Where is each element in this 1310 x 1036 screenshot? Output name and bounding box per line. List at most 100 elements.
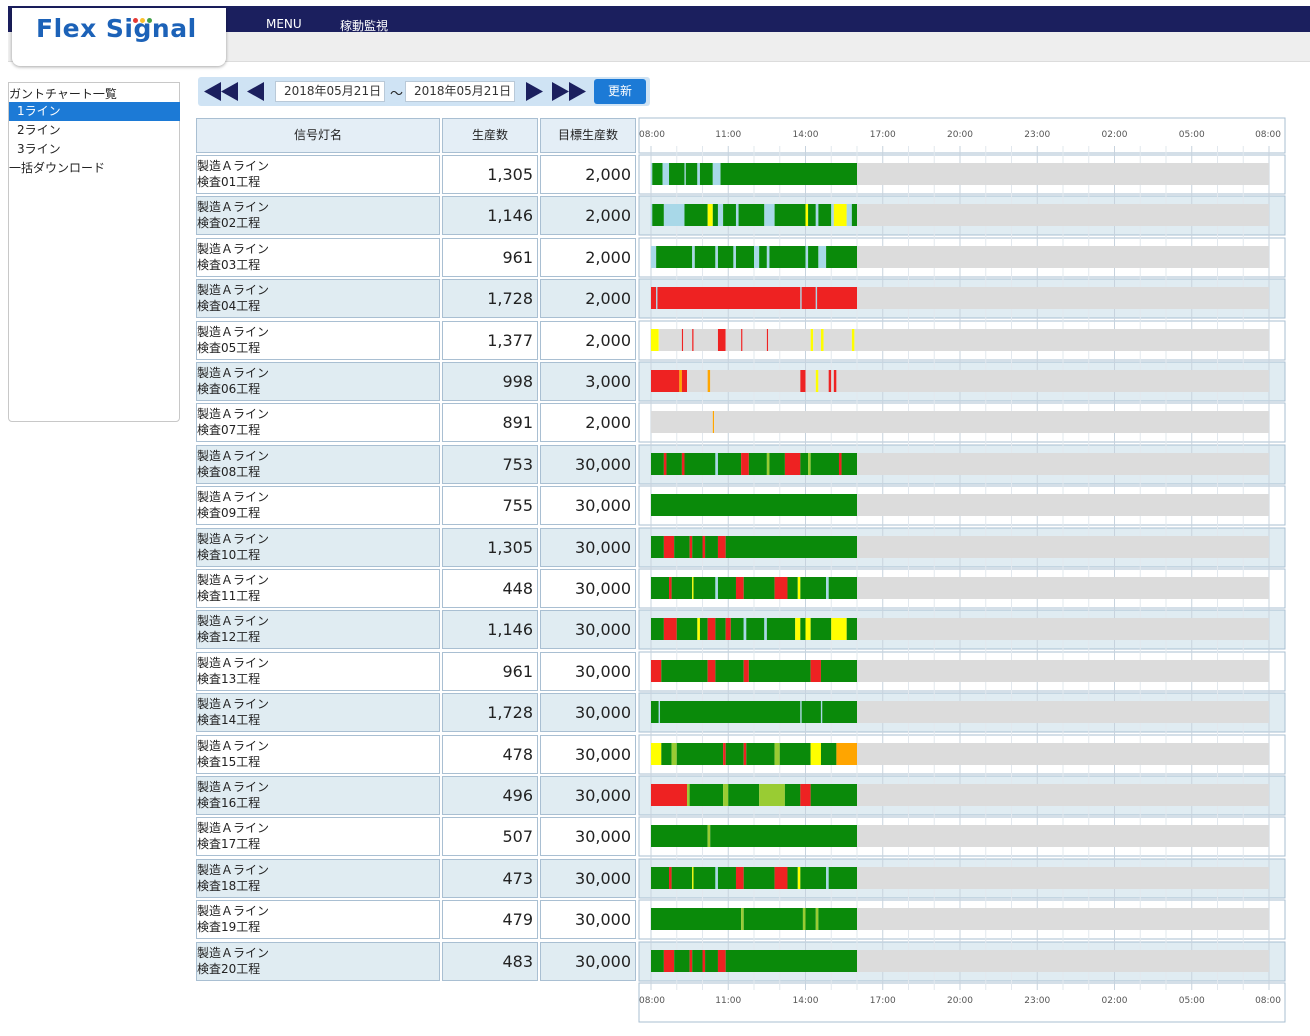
gantt-segment-green [661, 660, 708, 682]
time-tick-label-bottom: 11:00 [715, 996, 741, 1006]
gantt-segment-orange [707, 370, 711, 392]
time-tick-label-top: 08:00 [1255, 130, 1281, 140]
gantt-segment-red [663, 618, 677, 640]
gantt-segment-gray [687, 370, 708, 392]
gantt-segment-gray [831, 370, 834, 392]
logo[interactable]: Flex Signal [12, 8, 226, 66]
time-tick-label-top: 17:00 [870, 130, 896, 140]
gantt-segment-green [769, 453, 785, 475]
gantt-segment-yellow [797, 867, 801, 889]
gantt-idle-segment [857, 494, 1269, 516]
gantt-segment-red [669, 867, 672, 889]
gantt-segment-red [766, 329, 769, 351]
time-tick-label-bottom: 17:00 [870, 996, 896, 1006]
gantt-segment-lightgreen [774, 743, 780, 765]
gantt-segment-red [801, 287, 816, 309]
gantt-segment-green [846, 618, 857, 640]
gantt-segment-lightblue [662, 163, 670, 185]
gantt-segment-yellow [810, 743, 821, 765]
time-tick-label-bottom: 08:00 [639, 996, 665, 1006]
gantt-segment-lightblue [697, 163, 700, 185]
gantt-segment-yellow [651, 743, 662, 765]
gantt-segment-red [800, 370, 806, 392]
gantt-segment-orange [679, 370, 682, 392]
gantt-segment-green [712, 204, 718, 226]
gantt-segment-green [738, 204, 765, 226]
gantt-segment-green [801, 701, 821, 723]
gantt-segment-red [774, 577, 788, 599]
gantt-segment-green [651, 908, 742, 930]
time-tick-label-top: 20:00 [947, 130, 973, 140]
gantt-segment-green [693, 867, 716, 889]
gantt-segment-lightblue [800, 701, 802, 723]
time-tick-label-bottom: 20:00 [947, 996, 973, 1006]
gantt-idle-segment [857, 784, 1269, 806]
gantt-segment-red [689, 536, 693, 558]
gantt-segment-green [693, 577, 716, 599]
gantt-segment-red [717, 329, 726, 351]
time-tick-label-bottom: 05:00 [1179, 996, 1205, 1006]
gantt-segment-green [743, 577, 775, 599]
gantt-segment-red [723, 743, 726, 765]
gantt-segment-lightblue [656, 287, 658, 309]
gantt-segment-gray [818, 370, 829, 392]
gantt-segment-lightblue [766, 246, 770, 268]
gantt-segment-lightblue [800, 287, 802, 309]
gantt-segment-green [820, 660, 857, 682]
gantt-segment-red [681, 329, 684, 351]
gantt-segment-red [707, 660, 716, 682]
gantt-segment-red [651, 287, 657, 309]
gantt-segment-lightblue [846, 204, 852, 226]
gantt-segment-lightblue [735, 204, 739, 226]
gantt-segment-lightgreen [723, 784, 729, 806]
time-tick-label-bottom: 23:00 [1024, 996, 1050, 1006]
gantt-segment-red [702, 950, 706, 972]
gantt-segment-green [651, 867, 670, 889]
gantt-segment-lightgreen [802, 908, 806, 930]
gantt-segment-green [656, 246, 693, 268]
gantt-segment-green [661, 743, 672, 765]
gantt-segment-green [671, 867, 693, 889]
gantt-idle-segment [857, 701, 1269, 723]
gantt-segment-green [851, 204, 857, 226]
gantt-segment-green [699, 618, 708, 640]
gantt-segment-lightblue [717, 204, 724, 226]
gantt-segment-yellow [697, 618, 700, 640]
gantt-segment-green [735, 246, 754, 268]
gantt-segment-green [692, 536, 703, 558]
gantt-segment-yellow [797, 577, 801, 599]
gantt-segment-green [808, 246, 819, 268]
gantt-segment-green [674, 950, 690, 972]
gantt-segment-green [710, 825, 857, 847]
gantt-segment-lightblue [715, 453, 718, 475]
gantt-segment-green [826, 246, 857, 268]
gantt-segment-red [651, 784, 688, 806]
gantt-segment-red [817, 287, 857, 309]
gantt-segment-green [652, 163, 663, 185]
time-tick-label-top: 23:00 [1024, 130, 1050, 140]
gantt-segment-lightblue [764, 204, 775, 226]
gantt-segment-gray [714, 411, 857, 433]
gantt-segment-red [689, 950, 693, 972]
time-tick-label-top: 08:00 [639, 130, 665, 140]
gantt-segment-lightgreen [741, 908, 744, 930]
gantt-segment-gray [725, 329, 742, 351]
time-tick-label-bottom: 08:00 [1255, 996, 1281, 1006]
logo-dots [133, 18, 152, 23]
gantt-segment-red [741, 329, 743, 351]
gantt-segment-green [743, 908, 803, 930]
gantt-segment-green [810, 453, 839, 475]
gantt-segment-red [717, 950, 726, 972]
gantt-segment-green [725, 536, 857, 558]
gantt-segment-red [651, 660, 662, 682]
gantt-segment-green [692, 950, 703, 972]
gantt-segment-red [702, 536, 706, 558]
gantt-idle-segment [857, 204, 1269, 226]
gantt-segment-green [787, 867, 798, 889]
gantt-segment-green [828, 867, 857, 889]
gantt-segment-red [838, 453, 842, 475]
gantt-segment-lightblue [805, 246, 809, 268]
gantt-segment-red [743, 660, 749, 682]
gantt-segment-yellow [810, 329, 814, 351]
gantt-segment-lightblue [815, 287, 818, 309]
